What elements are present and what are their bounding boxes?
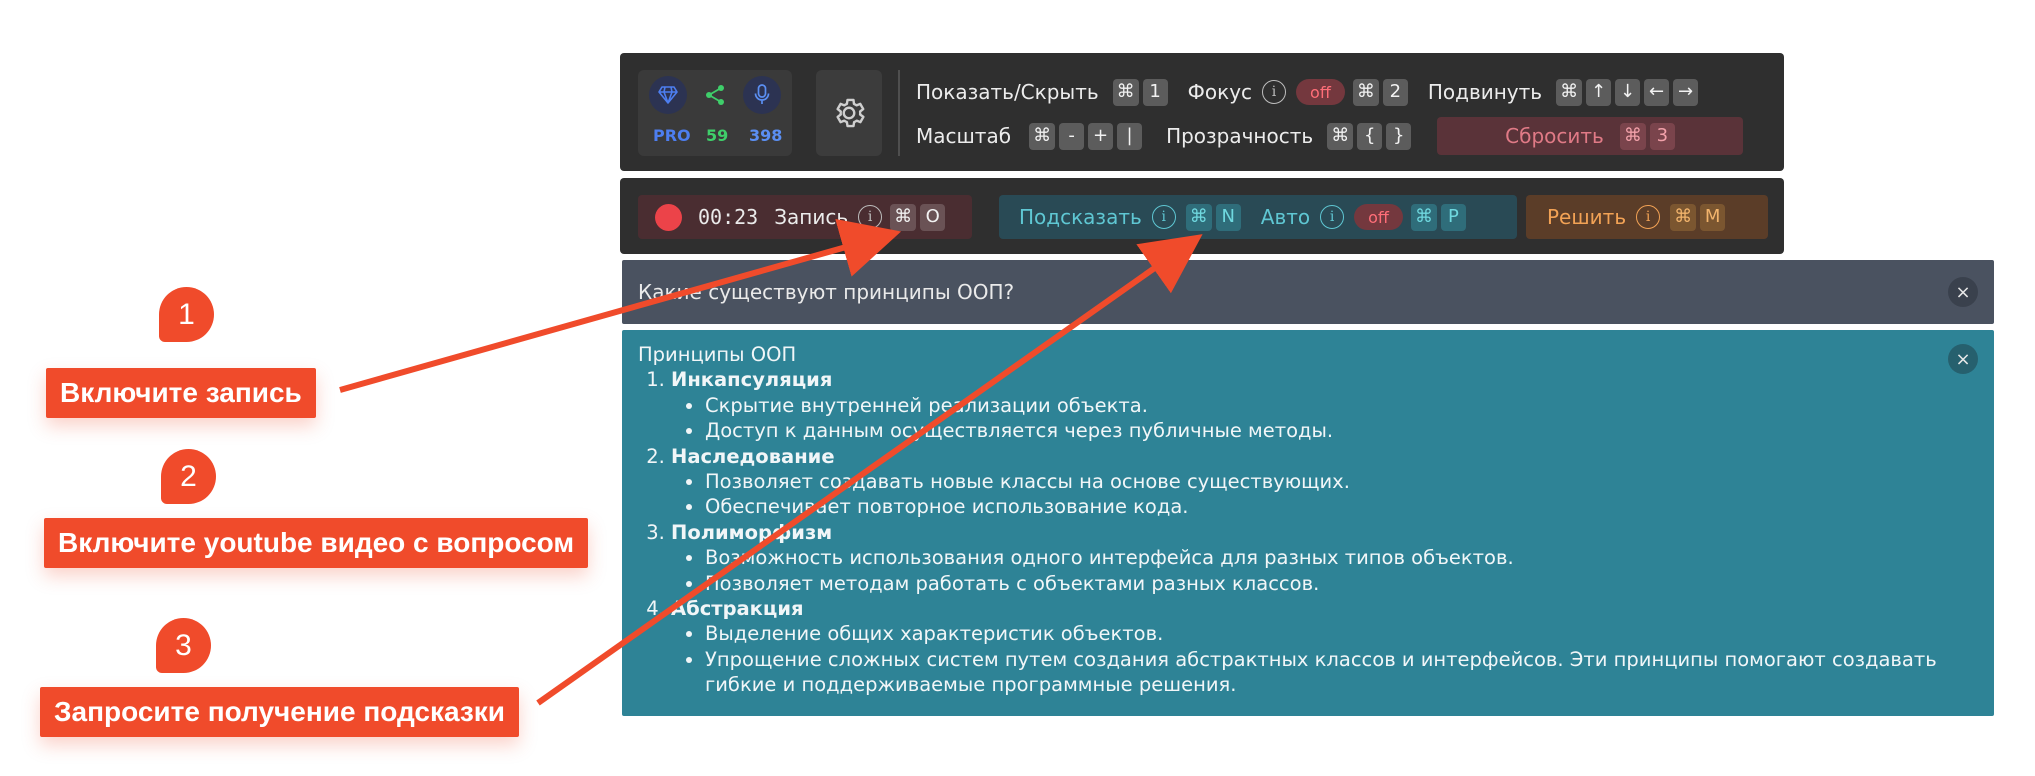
arrow-to-record — [339, 218, 902, 393]
step-3-badge: 3 — [156, 618, 211, 673]
step-2-badge: 2 — [161, 449, 216, 504]
step-1-badge: 1 — [159, 287, 214, 342]
step-2-callout: Включите youtube видео с вопросом — [44, 518, 589, 568]
step-3-callout: Запросите получение подсказки — [40, 687, 520, 737]
arrow-to-hint — [536, 234, 1203, 706]
step-1-callout: Включите запись — [46, 368, 316, 418]
